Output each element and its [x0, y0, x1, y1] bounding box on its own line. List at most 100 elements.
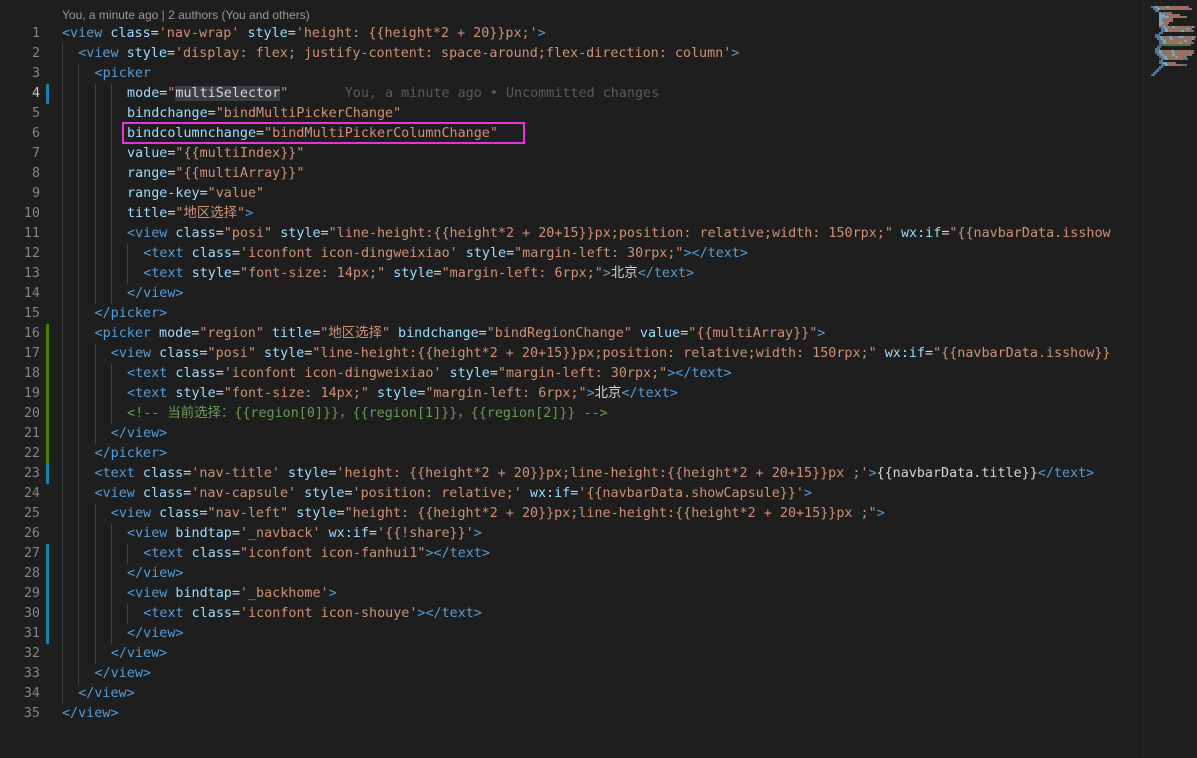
line-number[interactable]: 1 — [0, 24, 40, 44]
line-number[interactable]: 7 — [0, 144, 40, 164]
line-number[interactable]: 13 — [0, 264, 40, 284]
indent-guide — [127, 244, 129, 264]
code-line[interactable]: 1 <view class='nav-wrap' style='height: {… — [0, 24, 1142, 44]
line-number[interactable]: 23 — [0, 464, 40, 484]
git-change-marker[interactable] — [46, 84, 49, 104]
line-number[interactable]: 17 — [0, 344, 40, 364]
code-line[interactable]: 9 range-key="value" — [0, 184, 1142, 204]
code-line[interactable]: 2 <view style='display: flex; justify-con… — [0, 44, 1142, 64]
code-line[interactable]: 18 <text class='iconfont icon-dingweixiao… — [0, 364, 1142, 384]
line-number[interactable]: 30 — [0, 604, 40, 624]
code-line[interactable]: 23 <text class='nav-title' style='height:… — [0, 464, 1142, 484]
code-line[interactable]: 26 <view bindtap='_navback' wx:if='{{!sha… — [0, 524, 1142, 544]
code-line[interactable]: 20 <!-- 当前选择：{{region[0]}}，{{region[1]}}，… — [0, 404, 1142, 424]
line-number[interactable]: 19 — [0, 384, 40, 404]
code-line[interactable]: 27 <text class="iconfont icon-fanhui1"></… — [0, 544, 1142, 564]
git-change-marker[interactable] — [46, 624, 49, 644]
code-line[interactable]: 6 bindcolumnchange="bindMultiPickerColumn… — [0, 124, 1142, 144]
code-line[interactable]: 8 range="{{multiArray}}" — [0, 164, 1142, 184]
minimap[interactable] — [1142, 0, 1197, 758]
indent-guide — [62, 504, 63, 524]
line-number[interactable]: 2 — [0, 44, 40, 64]
code-line[interactable]: 7 value="{{multiIndex}}" — [0, 144, 1142, 164]
code-line[interactable]: 32 </view> — [0, 644, 1142, 664]
line-number[interactable]: 34 — [0, 684, 40, 704]
code-line[interactable]: 3 <picker — [0, 64, 1142, 84]
code-token: 'iconfont icon-dingweixiao' — [240, 246, 458, 261]
code-line[interactable]: 22 </picker> — [0, 444, 1142, 464]
code-line[interactable]: 30 <text class='iconfont icon-shouye'></t… — [0, 604, 1142, 624]
git-change-marker[interactable] — [46, 464, 49, 484]
code-token: = — [150, 26, 159, 41]
code-line[interactable]: 33 </view> — [0, 664, 1142, 684]
git-change-marker[interactable] — [46, 584, 49, 604]
code-line[interactable]: 12 <text class='iconfont icon-dingweixiao… — [0, 244, 1142, 264]
code-line[interactable]: 19 <text style="font-size: 14px;" style="… — [0, 384, 1142, 404]
code-line[interactable]: 24 <view class='nav-capsule' style='posit… — [0, 484, 1142, 504]
line-number[interactable]: 28 — [0, 564, 40, 584]
git-change-marker[interactable] — [46, 564, 49, 584]
line-number[interactable]: 15 — [0, 304, 40, 324]
line-number[interactable]: 35 — [0, 704, 40, 724]
code-line[interactable]: 5 bindchange="bindMultiPickerChange" — [0, 104, 1142, 124]
code-line[interactable]: 15 </picker> — [0, 304, 1142, 324]
line-number[interactable]: 33 — [0, 664, 40, 684]
code-line[interactable]: 29 <view bindtap='_backhome'> — [0, 584, 1142, 604]
line-number[interactable]: 26 — [0, 524, 40, 544]
git-change-marker[interactable] — [46, 444, 49, 464]
code-line[interactable]: 25 <view class="nav-left" style="height: … — [0, 504, 1142, 524]
code-line[interactable]: 34 </view> — [0, 684, 1142, 704]
line-number[interactable]: 25 — [0, 504, 40, 524]
codelens-authors[interactable]: You, a minute ago | 2 authors (You and o… — [62, 6, 310, 24]
indent-guide — [127, 544, 129, 564]
line-number[interactable]: 9 — [0, 184, 40, 204]
line-number[interactable]: 6 — [0, 124, 40, 144]
line-number[interactable]: 22 — [0, 444, 40, 464]
line-number[interactable]: 16 — [0, 324, 40, 344]
line-number[interactable]: 31 — [0, 624, 40, 644]
line-number[interactable]: 11 — [0, 224, 40, 244]
indent-guide — [110, 164, 112, 184]
line-number[interactable]: 3 — [0, 64, 40, 84]
line-number[interactable]: 12 — [0, 244, 40, 264]
code-line[interactable]: 31 </view> — [0, 624, 1142, 644]
minimap-stroke — [1191, 54, 1192, 56]
git-change-marker[interactable] — [46, 344, 49, 364]
code-line[interactable]: 21 </view> — [0, 424, 1142, 444]
line-number[interactable]: 18 — [0, 364, 40, 384]
line-number[interactable]: 4 — [0, 84, 40, 104]
git-change-marker[interactable] — [46, 424, 49, 444]
code-line[interactable]: 35 </view> — [0, 704, 1142, 724]
line-number[interactable]: 14 — [0, 284, 40, 304]
code-line[interactable]: 14 </view> — [0, 284, 1142, 304]
line-number[interactable]: 27 — [0, 544, 40, 564]
code-editor[interactable]: 1 <view class='nav-wrap' style='height: {… — [0, 24, 1142, 744]
git-change-marker[interactable] — [46, 604, 49, 624]
code-line[interactable]: 17 <view class="posi" style="line-height:… — [0, 344, 1142, 364]
code-line[interactable]: 28 </view> — [0, 564, 1142, 584]
git-change-marker[interactable] — [46, 544, 49, 564]
line-number[interactable]: 10 — [0, 204, 40, 224]
code-line[interactable]: 10 title="地区选择"> — [0, 204, 1142, 224]
code-token: </picker> — [94, 446, 168, 461]
code-token: "地区选择" — [175, 206, 246, 221]
git-change-marker[interactable] — [46, 324, 49, 344]
code-text: </view> — [62, 704, 118, 724]
line-number[interactable]: 20 — [0, 404, 40, 424]
line-number[interactable]: 29 — [0, 584, 40, 604]
code-token: = — [166, 46, 175, 61]
line-number[interactable]: 8 — [0, 164, 40, 184]
line-number[interactable]: 5 — [0, 104, 40, 124]
code-line[interactable]: 16 <picker mode="region" title="地区选择" bin… — [0, 324, 1142, 344]
git-change-marker[interactable] — [46, 364, 49, 384]
code-line[interactable]: 4 mode="multiSelector" You, a minute ago … — [0, 84, 1142, 104]
indent-guide — [127, 604, 129, 624]
code-line[interactable]: 13 <text style="font-size: 14px;" style="… — [0, 264, 1142, 284]
line-number[interactable]: 32 — [0, 644, 40, 664]
line-number[interactable]: 21 — [0, 424, 40, 444]
git-change-marker[interactable] — [46, 404, 49, 424]
indent-guide — [62, 264, 63, 284]
code-line[interactable]: 11 <view class="posi" style="line-height:… — [0, 224, 1142, 244]
line-number[interactable]: 24 — [0, 484, 40, 504]
git-change-marker[interactable] — [46, 384, 49, 404]
